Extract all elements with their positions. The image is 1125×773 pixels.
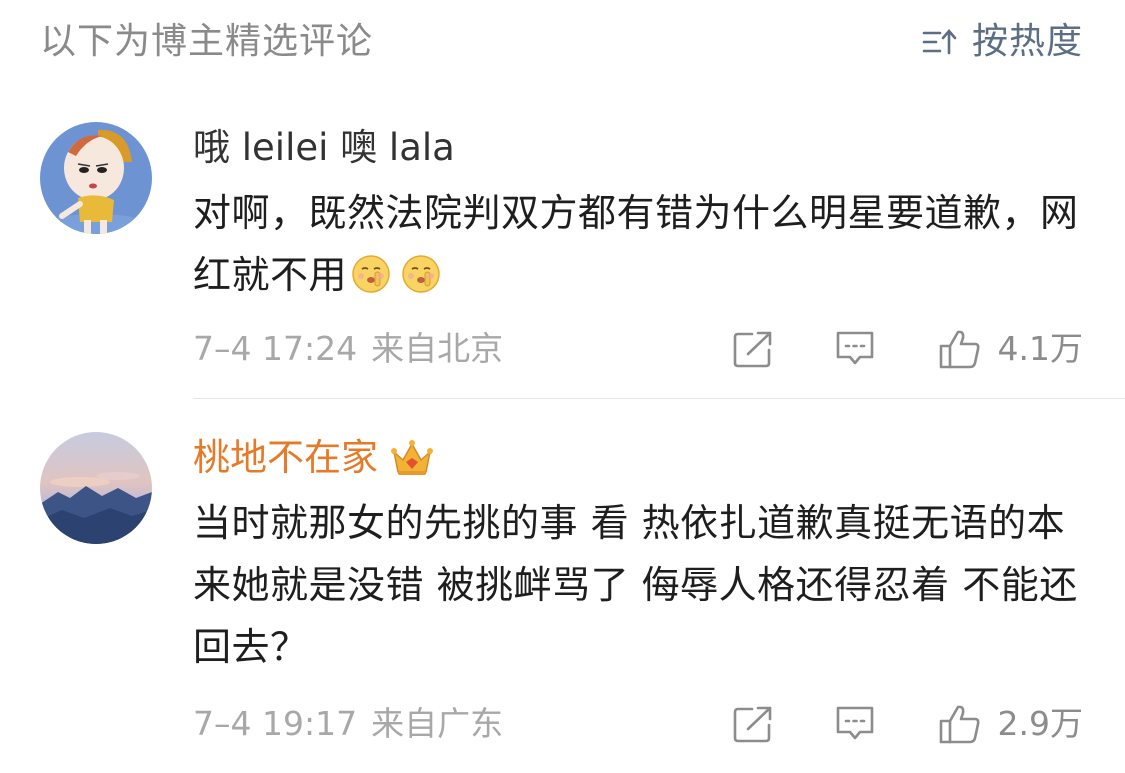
thumbs-up-icon — [939, 705, 980, 744]
share-button[interactable] — [732, 330, 774, 368]
sort-icon — [922, 27, 958, 57]
comment-time: 7–4 17:24 — [193, 329, 358, 368]
comment-icon — [836, 706, 873, 740]
comment-time: 7–4 19:17 — [193, 704, 358, 743]
comment-text: 对啊，既然法院判双方都有错为什么明星要道歉，网红就不用 — [193, 182, 1083, 306]
reply-button[interactable] — [834, 329, 876, 369]
comment-body: 当时就那女的先挑的事 看 热依扎道歉真挺无语的本来她就是没错 被挑衅骂了 侮辱人… — [193, 501, 1078, 669]
shush-emoji-icon — [351, 250, 391, 293]
like-button[interactable]: 4.1万 — [938, 325, 1083, 373]
username-row: 哦 leilei 噢 lala — [193, 124, 455, 172]
comment-text: 当时就那女的先挑的事 看 热依扎道歉真挺无语的本来她就是没错 被挑衅骂了 侮辱人… — [193, 492, 1083, 678]
share-icon — [733, 706, 771, 743]
comment-item: 桃地不在家 当时就那女的先挑的事 看 热依扎道歉真挺无语的本来她就是没错 被挑衅… — [0, 430, 1125, 770]
comment-meta: 7–4 17:24 来自北京 4.1万 — [193, 325, 1083, 373]
comment-body: 对啊，既然法院判双方都有错为什么明星要道歉，网红就不用 — [193, 191, 1079, 297]
sort-label: 按热度 — [971, 21, 1083, 62]
like-button[interactable]: 2.9万 — [938, 700, 1083, 748]
comment-location: 来自北京 — [371, 329, 504, 368]
comment-actions: 4.1万 — [732, 325, 1083, 373]
comments-header: 以下为博主精选评论 按热度 — [0, 0, 1125, 90]
sort-by-hot-button[interactable]: 按热度 — [922, 18, 1083, 66]
crown-icon — [390, 438, 434, 478]
username[interactable]: 哦 leilei 噢 lala — [193, 124, 455, 172]
comment-item: 哦 leilei 噢 lala 对啊，既然法院判双方都有错为什么明星要道歉，网红… — [0, 120, 1125, 400]
comment-location: 来自广东 — [371, 704, 504, 743]
section-title: 以下为博主精选评论 — [40, 21, 374, 62]
comment-meta: 7–4 19:17 来自广东 2.9万 — [193, 700, 1083, 748]
comment-actions: 2.9万 — [732, 700, 1083, 748]
reply-button[interactable] — [834, 704, 876, 744]
like-count: 4.1万 — [997, 329, 1083, 368]
username[interactable]: 桃地不在家 — [193, 434, 378, 482]
username-row: 桃地不在家 — [193, 434, 434, 482]
like-count: 2.9万 — [997, 704, 1083, 743]
comment-icon — [836, 331, 873, 365]
comment-divider — [193, 398, 1125, 399]
avatar[interactable] — [40, 432, 152, 544]
thumbs-up-icon — [939, 330, 980, 369]
share-icon — [733, 331, 771, 368]
avatar[interactable] — [40, 122, 152, 234]
shush-emoji-icon — [401, 250, 441, 293]
share-button[interactable] — [732, 705, 774, 743]
